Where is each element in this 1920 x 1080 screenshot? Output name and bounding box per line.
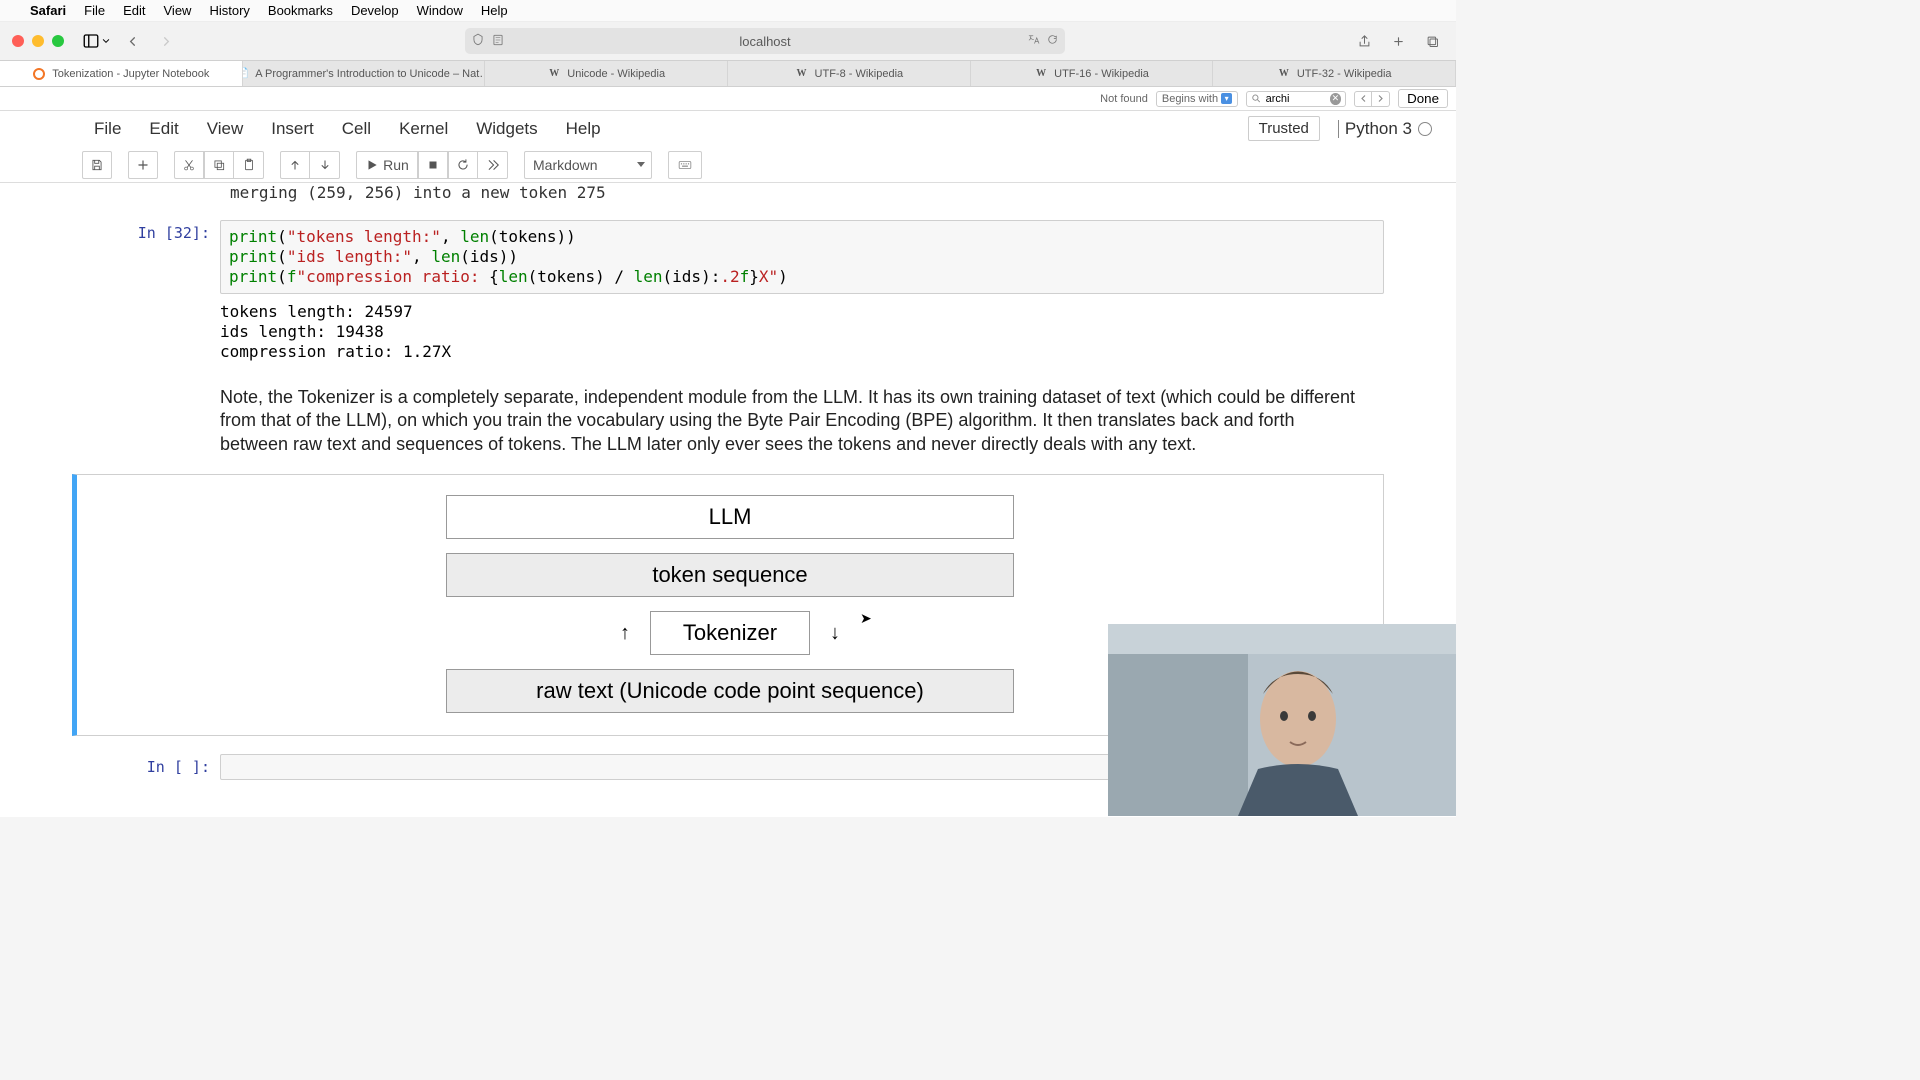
code-cell[interactable]: In [32]: print("tokens length:", len(tok… [72,220,1384,362]
menu-window[interactable]: Window [417,3,463,18]
kernel-status-icon [1418,122,1432,136]
tab-utf8-wiki[interactable]: WUTF-8 - Wikipedia [728,61,971,86]
menu-view[interactable]: View [164,3,192,18]
trusted-badge[interactable]: Trusted [1248,116,1320,141]
find-next-button[interactable] [1372,91,1390,107]
menu-bookmarks[interactable]: Bookmarks [268,3,333,18]
close-window-button[interactable] [12,35,24,47]
add-cell-button[interactable] [128,151,158,179]
jmenu-file[interactable]: File [94,119,121,139]
new-tab-icon[interactable] [1386,30,1410,52]
kernel-name[interactable]: Python 3 [1345,119,1412,139]
diagram-tokenizer-box: Tokenizer [650,611,810,655]
translate-icon[interactable] [1027,33,1040,49]
command-palette-button[interactable] [668,151,702,179]
interrupt-button[interactable] [418,151,448,179]
tab-jupyter[interactable]: Tokenization - Jupyter Notebook [0,61,243,86]
find-prev-button[interactable] [1354,91,1372,107]
jupyter-toolbar: Run Markdown [0,147,1456,183]
find-status: Not found [1100,93,1148,105]
wikipedia-favicon: W [795,67,809,81]
jmenu-help[interactable]: Help [566,119,601,139]
clear-find-button[interactable]: ✕ [1330,93,1341,105]
cut-button[interactable] [174,151,204,179]
tokenizer-diagram: LLM token sequence ↑ Tokenizer ↓ raw tex… [446,495,1014,713]
tabs-overview-icon[interactable] [1420,30,1444,52]
sidebar-toggle-button[interactable] [82,32,110,50]
up-arrow-icon: ↑ [620,622,630,645]
find-nav [1354,91,1390,107]
tab-strip: Tokenization - Jupyter Notebook 📄A Progr… [0,60,1456,86]
wikipedia-favicon: W [1277,67,1291,81]
maximize-window-button[interactable] [52,35,64,47]
address-bar[interactable]: localhost [465,28,1065,54]
tab-utf16-wiki[interactable]: WUTF-16 - Wikipedia [971,61,1214,86]
jupyter-favicon [32,67,46,81]
find-bar: Not found Begins with▾ ✕ Done [0,87,1456,111]
nav-back-button[interactable] [120,30,144,52]
diagram-llm-box: LLM [446,495,1014,539]
traffic-lights [12,35,64,47]
down-arrow-icon: ↓ [830,622,840,645]
paste-button[interactable] [234,151,264,179]
menu-develop[interactable]: Develop [351,3,399,18]
run-button[interactable]: Run [356,151,418,179]
reload-icon[interactable] [1046,33,1059,49]
macos-menubar: Safari File Edit View History Bookmarks … [0,0,1456,22]
move-down-button[interactable] [310,151,340,179]
tab-utf32-wiki[interactable]: WUTF-32 - Wikipedia [1213,61,1456,86]
nav-forward-button [154,30,178,52]
restart-button[interactable] [448,151,478,179]
prev-output-line: merging (259, 256) into a new token 275 [72,183,1384,202]
find-input[interactable] [1266,93,1326,105]
minimize-window-button[interactable] [32,35,44,47]
jmenu-kernel[interactable]: Kernel [399,119,448,139]
tab-unicode-article[interactable]: 📄A Programmer's Introduction to Unicode … [243,61,486,86]
code-input[interactable]: print("tokens length:", len(tokens)) pri… [220,220,1384,294]
menu-file[interactable]: File [84,3,105,18]
search-icon [1251,93,1262,104]
restart-run-all-button[interactable] [478,151,508,179]
find-mode-select[interactable]: Begins with▾ [1156,91,1238,107]
page-favicon: 📄 [243,67,250,81]
privacy-icon[interactable] [471,33,485,50]
cell-prompt: In [32]: [72,220,220,362]
save-button[interactable] [82,151,112,179]
diagram-tokenseq-box: token sequence [446,553,1014,597]
jmenu-widgets[interactable]: Widgets [476,119,537,139]
reader-icon[interactable] [491,33,505,50]
cell-type-select[interactable]: Markdown [524,151,652,179]
tab-unicode-wiki[interactable]: WUnicode - Wikipedia [485,61,728,86]
markdown-cell[interactable]: Note, the Tokenizer is a completely sepa… [220,386,1384,456]
jmenu-cell[interactable]: Cell [342,119,371,139]
menu-edit[interactable]: Edit [123,3,145,18]
jmenu-insert[interactable]: Insert [271,119,314,139]
jmenu-edit[interactable]: Edit [149,119,178,139]
cell-output: tokens length: 24597 ids length: 19438 c… [220,294,1384,362]
move-up-button[interactable] [280,151,310,179]
find-input-wrap: ✕ [1246,91,1346,107]
find-done-button[interactable]: Done [1398,89,1448,108]
wikipedia-favicon: W [1034,67,1048,81]
diagram-rawtext-box: raw text (Unicode code point sequence) [446,669,1014,713]
jmenu-view[interactable]: View [207,119,244,139]
share-icon[interactable] [1352,30,1376,52]
menu-help[interactable]: Help [481,3,508,18]
jupyter-menubar: File Edit View Insert Cell Kernel Widget… [0,111,1456,147]
wikipedia-favicon: W [547,67,561,81]
url-text: localhost [739,34,790,49]
browser-chrome: localhost Tokenization - Jupyter Noteboo… [0,22,1456,87]
copy-button[interactable] [204,151,234,179]
menu-history[interactable]: History [209,3,249,18]
app-name[interactable]: Safari [30,3,66,18]
webcam-overlay [1108,624,1456,816]
empty-prompt: In [ ]: [72,754,220,780]
